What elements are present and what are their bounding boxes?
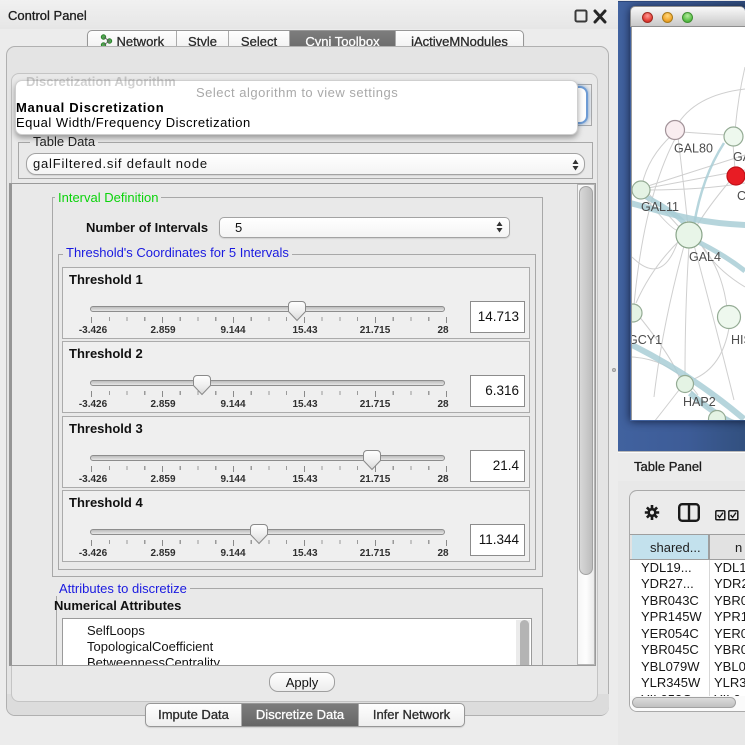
svg-text:GAL80: GAL80 — [674, 142, 713, 156]
svg-text:HAP2: HAP2 — [683, 395, 716, 409]
svg-text:HIS4: HIS4 — [731, 333, 745, 347]
svg-text:GAL4: GAL4 — [689, 250, 721, 264]
svg-text:GCY1: GCY1 — [632, 333, 662, 347]
svg-text:GAL2: GAL2 — [733, 150, 745, 164]
svg-text:GAL11: GAL11 — [641, 200, 679, 214]
svg-text:CYC1: CYC1 — [737, 189, 745, 203]
